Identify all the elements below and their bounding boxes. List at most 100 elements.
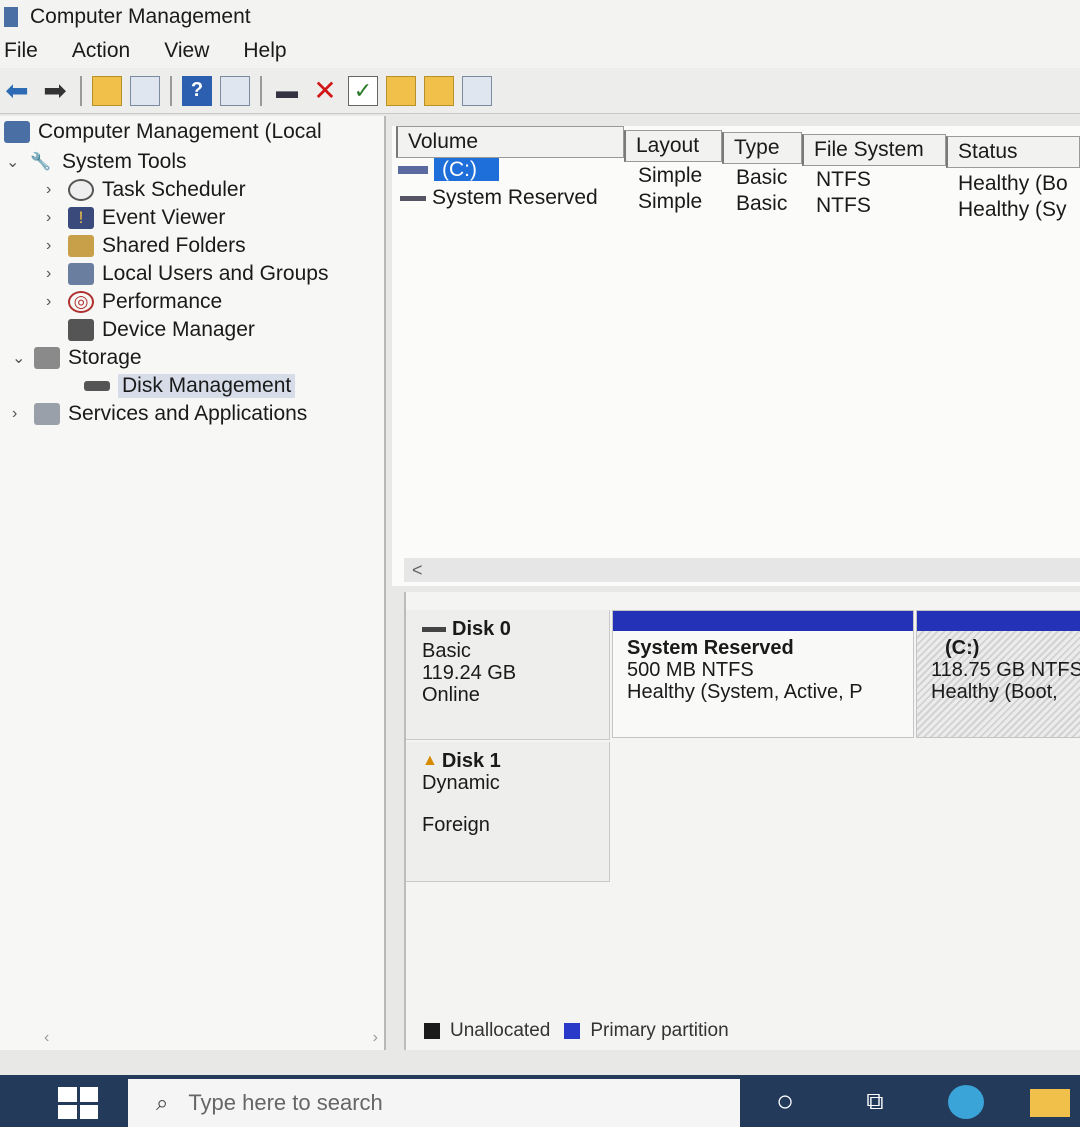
performance-icon: ◎ <box>68 291 94 313</box>
chevron-right-icon[interactable]: › <box>46 181 64 199</box>
volume-icon <box>398 166 428 175</box>
partition-c[interactable]: (C:) 118.75 GB NTFS Healthy (Boot, <box>916 610 1080 738</box>
chevron-right-icon[interactable]: › <box>46 293 64 311</box>
chevron-right-icon[interactable]: › <box>46 265 64 283</box>
tree-item-local-users[interactable]: › Local Users and Groups <box>46 260 328 288</box>
tree-horizontal-scrollbar[interactable]: ‹ › <box>0 1026 386 1050</box>
folder-search-icon[interactable] <box>424 75 454 106</box>
disk-state: Foreign <box>422 814 490 836</box>
layout-cell: Simple <box>638 190 703 213</box>
disk-name: Disk 0 <box>452 618 511 640</box>
partition-status: Healthy (Boot, <box>931 681 1058 703</box>
disk-0-label[interactable]: Disk 0 Basic 119.24 GB Online <box>406 610 610 740</box>
primary-partition-bar <box>613 611 913 631</box>
menu-file[interactable]: File <box>4 39 38 63</box>
tools-icon: 🔧 <box>30 152 52 171</box>
tree-label: Storage <box>68 346 142 369</box>
disk-type: Dynamic <box>422 772 500 794</box>
status-cell: Healthy (Bo <box>958 172 1068 195</box>
column-header-volume[interactable]: Volume <box>396 126 624 158</box>
tree-label: Shared Folders <box>102 234 246 257</box>
delete-icon[interactable]: ✕ <box>310 75 340 106</box>
check-icon[interactable]: ✓ <box>348 75 378 106</box>
tree-item-computer-management[interactable]: Computer Management (Local <box>0 118 322 146</box>
taskbar-search[interactable]: ⌕ Type here to search <box>128 1079 740 1127</box>
fs-cell: NTFS <box>816 168 871 191</box>
volume-list-horizontal-scrollbar[interactable]: < <box>404 558 1080 582</box>
tree-label: Task Scheduler <box>102 178 246 201</box>
column-header-layout[interactable]: Layout <box>624 130 722 162</box>
tree-item-disk-management[interactable]: Disk Management <box>80 372 296 400</box>
layout-cell: Simple <box>638 164 703 187</box>
help-icon[interactable]: ? <box>182 75 212 106</box>
action-pane-icon[interactable] <box>220 75 250 106</box>
task-view-icon[interactable]: ⧉ <box>856 1085 894 1119</box>
chevron-down-icon[interactable]: ⌄ <box>12 348 30 368</box>
tree-item-task-scheduler[interactable]: › Task Scheduler <box>46 176 246 204</box>
menu-action[interactable]: Action <box>72 39 130 63</box>
computer-icon <box>4 121 30 143</box>
tree-item-performance[interactable]: › ◎ Performance <box>46 288 222 316</box>
toolbar: ⬅ ➡ ? ▬ ✕ ✓ <box>0 68 1080 114</box>
chevron-right-icon[interactable]: › <box>46 237 64 255</box>
fs-cell: NTFS <box>816 194 871 217</box>
disk-icon <box>84 381 110 391</box>
tree-label: Computer Management (Local <box>38 120 322 143</box>
chevron-down-icon[interactable]: ⌄ <box>6 152 24 172</box>
shared-folder-icon <box>68 235 94 257</box>
toolbar-separator <box>80 75 82 106</box>
title-bar: Computer Management <box>0 0 1080 34</box>
disk-type: Basic <box>422 640 471 662</box>
volume-list: Volume Layout Type File System Status (C… <box>392 126 1080 586</box>
folder-up-icon[interactable] <box>386 75 416 106</box>
column-header-type[interactable]: Type <box>722 132 802 164</box>
event-log-icon: ! <box>68 207 94 229</box>
tree-item-shared-folders[interactable]: › Shared Folders <box>46 232 246 260</box>
volume-icon <box>400 195 426 201</box>
column-header-file-system[interactable]: File System <box>802 134 946 166</box>
primary-swatch <box>564 1023 581 1039</box>
menu-help[interactable]: Help <box>243 39 286 63</box>
disk-state: Online <box>422 684 480 706</box>
connect-icon[interactable]: ▬ <box>272 76 302 106</box>
back-arrow-icon[interactable]: ⬅ <box>2 75 32 106</box>
table-row[interactable]: (C:) <box>398 158 499 182</box>
tree-label: Performance <box>102 290 223 313</box>
partition-legend: Unallocated Primary partition <box>424 1020 729 1042</box>
file-explorer-icon[interactable] <box>1030 1089 1070 1117</box>
toolbar-separator <box>260 75 262 106</box>
table-row[interactable]: System Reserved <box>400 186 598 210</box>
chevron-right-icon[interactable]: › <box>12 405 30 423</box>
partition-name: (C:) <box>945 637 980 659</box>
tree-item-system-tools[interactable]: ⌄ 🔧 System Tools <box>6 148 187 176</box>
primary-partition-bar <box>917 611 1080 631</box>
chevron-right-icon[interactable]: › <box>46 209 64 227</box>
scroll-left-icon[interactable]: ‹ <box>44 1029 49 1047</box>
windows-start-icon[interactable] <box>58 1087 98 1119</box>
volume-name: System Reserved <box>432 186 598 209</box>
tree-item-services-applications[interactable]: › Services and Applications <box>12 400 307 428</box>
up-folder-icon[interactable] <box>92 75 122 106</box>
tree-item-storage[interactable]: ⌄ Storage <box>12 344 142 372</box>
properties-icon[interactable] <box>462 75 492 106</box>
tree-item-event-viewer[interactable]: › ! Event Viewer <box>46 204 225 232</box>
warning-icon: ▲ <box>422 752 438 769</box>
partition-name: System Reserved <box>627 637 794 659</box>
partition-size: 118.75 GB NTFS <box>931 659 1080 681</box>
scroll-right-icon[interactable]: › <box>373 1029 378 1047</box>
status-cell: Healthy (Sy <box>958 198 1067 221</box>
edge-browser-icon[interactable] <box>948 1085 984 1119</box>
show-hide-tree-icon[interactable] <box>130 75 160 106</box>
tree-item-device-manager[interactable]: Device Manager <box>64 316 255 344</box>
partition-system-reserved[interactable]: System Reserved 500 MB NTFS Healthy (Sys… <box>612 610 914 738</box>
unallocated-swatch <box>424 1023 440 1039</box>
cortana-icon[interactable]: ○ <box>766 1085 804 1119</box>
menu-view[interactable]: View <box>164 39 209 63</box>
forward-arrow-icon[interactable]: ➡ <box>40 75 70 106</box>
disk-1-label[interactable]: ▲ Disk 1 Dynamic Foreign <box>406 742 610 882</box>
users-icon <box>68 263 94 285</box>
scroll-left-icon[interactable]: < <box>412 560 423 581</box>
column-header-status[interactable]: Status <box>946 136 1080 168</box>
type-cell: Basic <box>736 166 788 189</box>
partition-size: 500 MB NTFS <box>627 659 754 681</box>
